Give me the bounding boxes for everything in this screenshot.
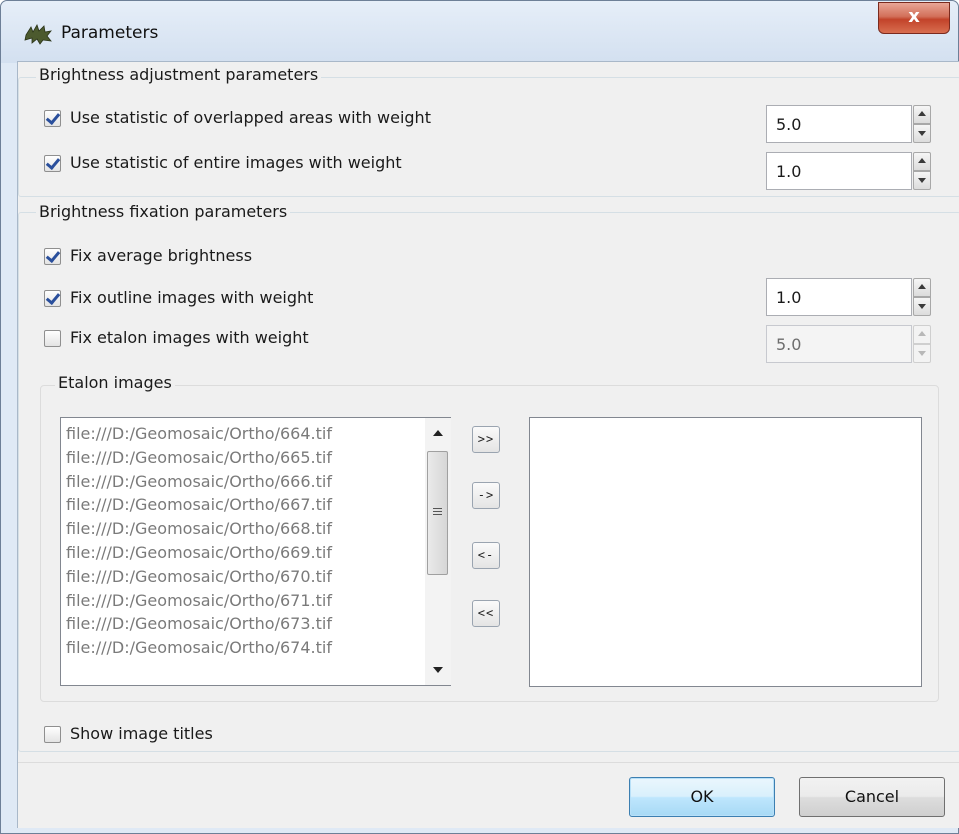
footer-separator — [18, 762, 959, 763]
adjustment-legend: Brightness adjustment parameters — [36, 65, 322, 84]
scroll-thumb[interactable] — [427, 451, 448, 575]
spin-down-icon[interactable] — [913, 124, 931, 143]
list-item[interactable]: file:///D:/Geomosaic/Ortho/666.tif — [66, 472, 332, 494]
selected-images-list[interactable] — [529, 417, 922, 687]
overlapped-checkbox[interactable] — [44, 110, 61, 127]
entire-weight-spinner[interactable] — [913, 152, 931, 190]
outline-label: Fix outline images with weight — [70, 288, 314, 307]
average-label: Fix average brightness — [70, 246, 253, 265]
outline-weight-input[interactable]: 1.0 — [766, 278, 912, 316]
list-item[interactable]: file:///D:/Geomosaic/Ortho/674.tif — [66, 638, 332, 660]
grip-icon — [433, 508, 442, 517]
outline-weight-spinner[interactable] — [913, 278, 931, 316]
list-item[interactable]: file:///D:/Geomosaic/Ortho/665.tif — [66, 448, 332, 470]
list-item[interactable]: file:///D:/Geomosaic/Ortho/668.tif — [66, 519, 332, 541]
show-titles-label: Show image titles — [70, 724, 213, 743]
outline-checkbox[interactable] — [44, 290, 61, 307]
app-leaf-icon — [24, 24, 52, 45]
etalon-label: Fix etalon images with weight — [70, 328, 309, 347]
dialog-body: Brightness adjustment parameters Use sta… — [17, 61, 959, 828]
etalon-weight-spinner[interactable] — [913, 325, 931, 363]
overlapped-weight-spinner[interactable] — [913, 105, 931, 143]
entire-weight-input[interactable]: 1.0 — [766, 152, 912, 190]
window-title: Parameters — [61, 23, 159, 43]
etalon-images-legend: Etalon images — [55, 373, 175, 392]
parameters-dialog: Parameters x Brightness adjustment param… — [0, 0, 959, 834]
ok-button[interactable]: OK — [629, 777, 775, 817]
list-item[interactable]: file:///D:/Geomosaic/Ortho/673.tif — [66, 614, 332, 636]
list-item[interactable]: file:///D:/Geomosaic/Ortho/671.tif — [66, 591, 332, 613]
add-button[interactable]: -> — [472, 482, 500, 509]
entire-label: Use statistic of entire images with weig… — [70, 153, 402, 172]
close-button[interactable]: x — [878, 2, 950, 34]
spin-up-icon[interactable] — [913, 152, 931, 171]
fixation-legend: Brightness fixation parameters — [36, 202, 291, 221]
spin-down-icon[interactable] — [913, 344, 931, 363]
list-item[interactable]: file:///D:/Geomosaic/Ortho/670.tif — [66, 567, 332, 589]
etalon-checkbox[interactable] — [44, 330, 61, 347]
scroll-up-icon[interactable] — [433, 430, 443, 436]
average-checkbox[interactable] — [44, 248, 61, 265]
available-images-list[interactable]: file:///D:/Geomosaic/Ortho/664.tif file:/… — [60, 417, 451, 686]
list-item[interactable]: file:///D:/Geomosaic/Ortho/667.tif — [66, 495, 332, 517]
cancel-button[interactable]: Cancel — [799, 777, 945, 817]
spin-up-icon[interactable] — [913, 105, 931, 124]
spin-down-icon[interactable] — [913, 171, 931, 190]
scroll-down-icon[interactable] — [433, 667, 443, 673]
overlapped-label: Use statistic of overlapped areas with w… — [70, 108, 431, 127]
overlapped-weight-input[interactable]: 5.0 — [766, 105, 912, 143]
list-item[interactable]: file:///D:/Geomosaic/Ortho/669.tif — [66, 543, 332, 565]
list-item[interactable]: file:///D:/Geomosaic/Ortho/664.tif — [66, 424, 332, 446]
entire-checkbox[interactable] — [44, 155, 61, 172]
spin-up-icon[interactable] — [913, 278, 931, 297]
remove-all-button[interactable]: << — [472, 600, 500, 627]
spin-up-icon[interactable] — [913, 325, 931, 344]
spin-down-icon[interactable] — [913, 297, 931, 316]
show-titles-checkbox[interactable] — [44, 726, 61, 743]
list-scrollbar[interactable] — [425, 418, 451, 685]
remove-button[interactable]: <- — [472, 542, 500, 569]
add-all-button[interactable]: >> — [472, 426, 500, 453]
title-bar[interactable]: Parameters x — [1, 1, 958, 63]
etalon-weight-input[interactable]: 5.0 — [766, 325, 912, 363]
